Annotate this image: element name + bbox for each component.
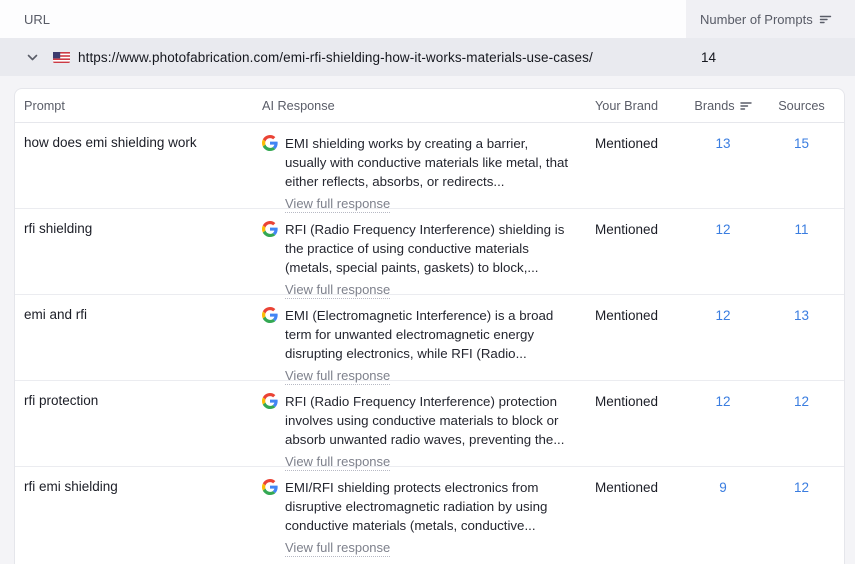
response-body: EMI shielding works by creating a barrie… (285, 134, 569, 213)
prompts-table-body: how does emi shielding work EMI shieldin… (15, 123, 844, 557)
view-full-response-link[interactable]: View full response (285, 539, 391, 557)
google-icon (262, 479, 278, 495)
response-body: EMI/RFI shielding protects electronics f… (285, 478, 569, 557)
column-header-prompt: Prompt (24, 98, 65, 113)
view-full-response-link[interactable]: View full response (285, 281, 391, 299)
response-body: RFI (Radio Frequency Interference) prote… (285, 392, 569, 471)
ai-response-cell: EMI/RFI shielding protects electronics f… (262, 478, 577, 557)
sources-count-link[interactable]: 13 (759, 306, 844, 323)
column-header-sources: Sources (778, 98, 825, 113)
response-text: RFI (Radio Frequency Interference) prote… (285, 394, 565, 447)
sort-icon[interactable] (739, 101, 752, 111)
number-of-prompts-column-header[interactable]: Number of Prompts (686, 0, 855, 38)
your-brand-cell: Mentioned (595, 222, 659, 237)
table-row: emi and rfi EMI (Electromagnetic Interfe… (15, 295, 844, 385)
url-row[interactable]: https://www.photofabrication.com/emi-rfi… (0, 38, 855, 76)
sources-count-link[interactable]: 12 (759, 392, 844, 409)
brands-count-link[interactable]: 9 (687, 478, 759, 495)
google-icon (262, 307, 278, 323)
google-icon (262, 221, 278, 237)
divider-band (0, 76, 855, 88)
url-column-label: URL (24, 11, 51, 27)
prompt-cell: how does emi shielding work (24, 135, 197, 150)
brands-count-link[interactable]: 12 (687, 220, 759, 237)
brands-count-link[interactable]: 13 (687, 134, 759, 151)
prompts-table-card: Prompt AI Response Your Brand Brands Sou… (14, 88, 845, 564)
number-of-prompts-label: Number of Prompts (700, 11, 813, 27)
table-row: rfi emi shielding EMI/RFI shielding prot… (15, 467, 844, 557)
response-text: EMI shielding works by creating a barrie… (285, 136, 569, 189)
response-text: RFI (Radio Frequency Interference) shiel… (285, 222, 565, 275)
response-body: RFI (Radio Frequency Interference) shiel… (285, 220, 569, 299)
column-header-brands[interactable]: Brands (687, 99, 759, 113)
view-full-response-link[interactable]: View full response (285, 195, 391, 213)
prompt-count-cell: 14 (701, 49, 717, 65)
prompts-table-header: Prompt AI Response Your Brand Brands Sou… (15, 89, 844, 123)
column-header-your-brand: Your Brand (595, 98, 659, 113)
your-brand-cell: Mentioned (595, 308, 659, 323)
table-row: rfi shielding RFI (Radio Frequency Inter… (15, 209, 844, 299)
us-flag-icon (53, 51, 70, 63)
your-brand-cell: Mentioned (595, 394, 659, 409)
response-body: EMI (Electromagnetic Interference) is a … (285, 306, 569, 385)
view-full-response-link[interactable]: View full response (285, 453, 391, 471)
your-brand-cell: Mentioned (595, 136, 659, 151)
your-brand-cell: Mentioned (595, 480, 659, 495)
url-cell: https://www.photofabrication.com/emi-rfi… (0, 50, 686, 65)
prompts-card-wrap: Prompt AI Response Your Brand Brands Sou… (0, 88, 855, 564)
prompt-cell: rfi protection (24, 393, 99, 408)
view-full-response-link[interactable]: View full response (285, 367, 391, 385)
ai-response-cell: EMI (Electromagnetic Interference) is a … (262, 306, 577, 385)
ai-response-cell: RFI (Radio Frequency Interference) shiel… (262, 220, 577, 299)
sort-icon[interactable] (819, 14, 832, 25)
url-column-header: URL (0, 0, 686, 38)
google-icon (262, 393, 278, 409)
url-link[interactable]: https://www.photofabrication.com/emi-rfi… (78, 50, 593, 65)
column-header-ai-response: AI Response (262, 98, 335, 113)
prompt-cell: rfi shielding (24, 221, 93, 236)
response-text: EMI/RFI shielding protects electronics f… (285, 480, 548, 533)
prompt-cell: emi and rfi (24, 307, 88, 322)
ai-response-cell: RFI (Radio Frequency Interference) prote… (262, 392, 577, 471)
url-table-header: URL Number of Prompts (0, 0, 855, 38)
ai-response-cell: EMI shielding works by creating a barrie… (262, 134, 577, 213)
sources-count-link[interactable]: 11 (759, 220, 844, 237)
brands-count-link[interactable]: 12 (687, 306, 759, 323)
google-icon (262, 135, 278, 151)
chevron-down-icon[interactable] (26, 50, 40, 64)
brands-count-link[interactable]: 12 (687, 392, 759, 409)
response-text: EMI (Electromagnetic Interference) is a … (285, 308, 554, 361)
table-row: rfi protection RFI (Radio Frequency Inte… (15, 381, 844, 471)
table-row: how does emi shielding work EMI shieldin… (15, 123, 844, 213)
prompt-cell: rfi emi shielding (24, 479, 118, 494)
sources-count-link[interactable]: 12 (759, 478, 844, 495)
sources-count-link[interactable]: 15 (759, 134, 844, 151)
